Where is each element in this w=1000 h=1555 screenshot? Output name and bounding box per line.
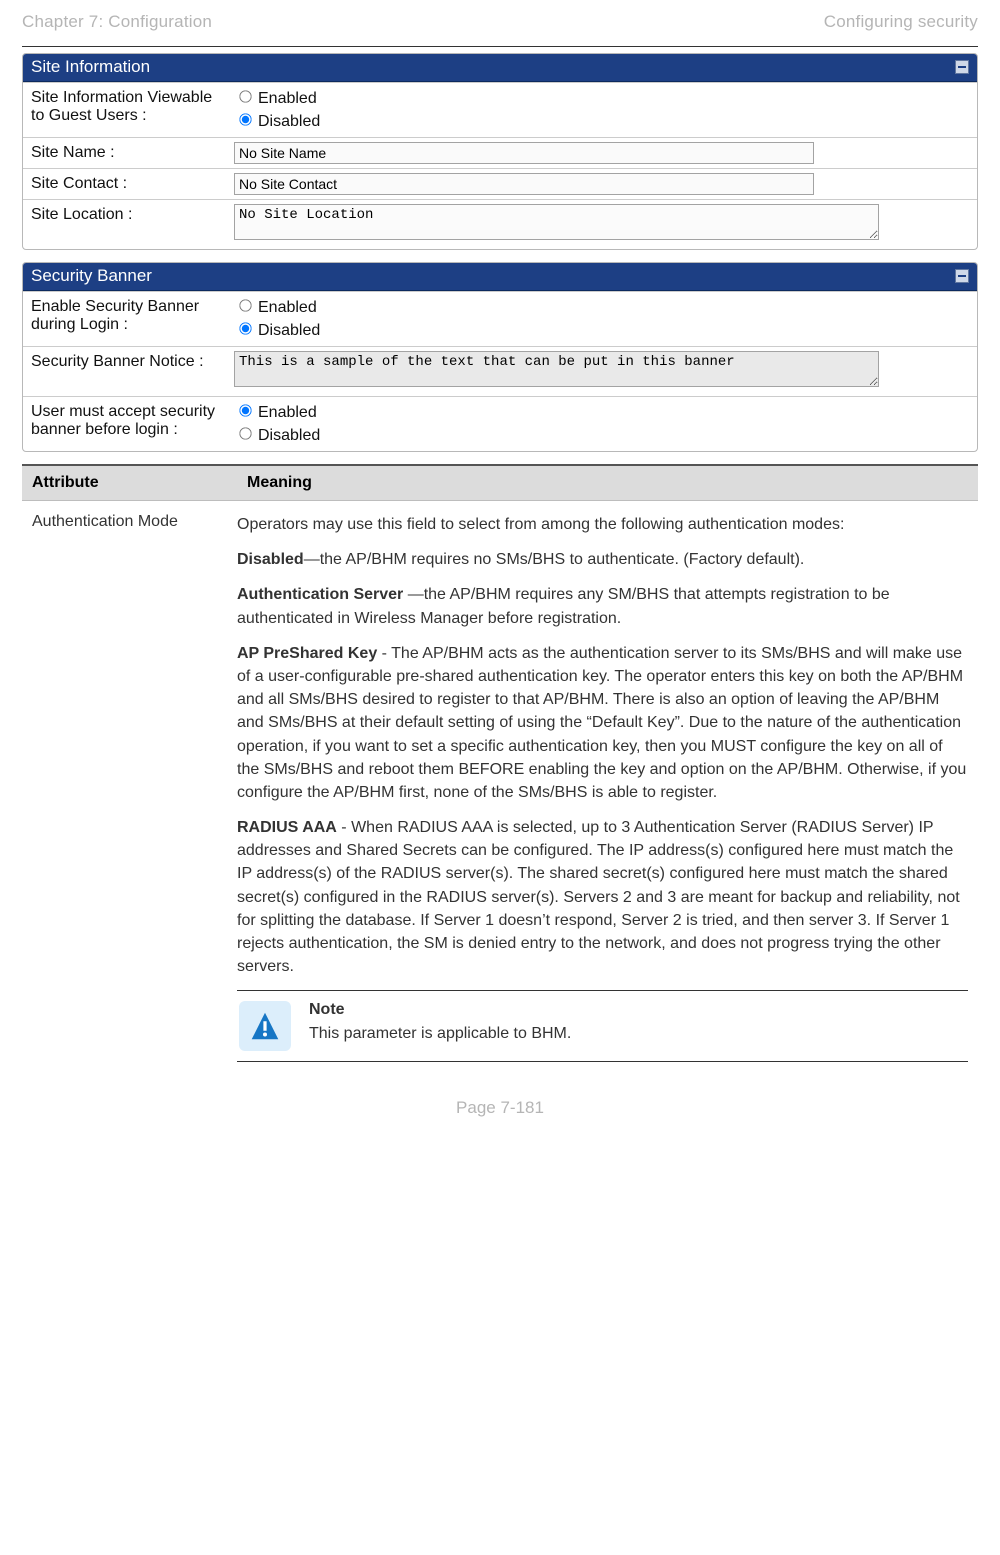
attr-head-attribute: Attribute bbox=[22, 466, 237, 500]
site-information-title: Site Information bbox=[31, 57, 150, 77]
rest-text: - The AP/BHM acts as the authentication … bbox=[237, 645, 966, 801]
label-text: Enabled bbox=[258, 90, 317, 107]
site-guest-disabled[interactable]: Disabled bbox=[234, 110, 971, 133]
security-banner-panel: Security Banner Enable Security Banner d… bbox=[22, 262, 978, 452]
banner-notice-label: Security Banner Notice : bbox=[23, 347, 228, 396]
page-footer: Page 7-181 bbox=[0, 1062, 1000, 1140]
note-text: This parameter is applicable to BHM. bbox=[309, 1025, 571, 1043]
attribute-table: Attribute Meaning Authentication Mode Op… bbox=[22, 464, 978, 1062]
site-contact-input[interactable] bbox=[234, 173, 814, 195]
site-guest-enabled[interactable]: Enabled bbox=[234, 87, 971, 110]
bold-term: RADIUS AAA bbox=[237, 819, 337, 836]
collapse-icon[interactable] bbox=[955, 269, 969, 283]
rest-text: —the AP/BHM requires no SMs/BHS to authe… bbox=[304, 551, 805, 568]
meaning-p2: Disabled—the AP/BHM requires no SMs/BHS … bbox=[237, 548, 968, 571]
label-text: Disabled bbox=[258, 322, 320, 339]
label-text: Enabled bbox=[258, 404, 317, 421]
site-contact-label: Site Contact : bbox=[23, 169, 228, 199]
bold-term: Disabled bbox=[237, 551, 304, 568]
collapse-icon[interactable] bbox=[955, 60, 969, 74]
site-guest-label: Site Information Viewable to Guest Users… bbox=[23, 83, 228, 137]
note-icon bbox=[239, 1001, 291, 1051]
site-location-input[interactable] bbox=[234, 204, 879, 240]
note-box: Note This parameter is applicable to BHM… bbox=[237, 990, 968, 1062]
enable-banner-label: Enable Security Banner during Login : bbox=[23, 292, 228, 346]
attr-name: Authentication Mode bbox=[22, 513, 237, 1062]
security-banner-title: Security Banner bbox=[31, 266, 152, 286]
banner-notice-input[interactable] bbox=[234, 351, 879, 387]
header-right: Configuring security bbox=[824, 12, 978, 32]
accept-banner-label: User must accept security banner before … bbox=[23, 397, 228, 451]
meaning-p1: Operators may use this field to select f… bbox=[237, 513, 968, 536]
accept-banner-disabled[interactable]: Disabled bbox=[234, 424, 971, 447]
bold-term: AP PreShared Key bbox=[237, 645, 377, 662]
label-text: Disabled bbox=[258, 427, 320, 444]
label-text: Enabled bbox=[258, 299, 317, 316]
site-name-label: Site Name : bbox=[23, 138, 228, 168]
site-information-panel: Site Information Site Information Viewab… bbox=[22, 53, 978, 250]
site-location-label: Site Location : bbox=[23, 200, 228, 249]
enable-banner-enabled[interactable]: Enabled bbox=[234, 296, 971, 319]
attr-head-meaning: Meaning bbox=[237, 466, 978, 500]
bold-term: Authentication Server bbox=[237, 586, 408, 603]
label-text: Disabled bbox=[258, 113, 320, 130]
rest-text: - When RADIUS AAA is selected, up to 3 A… bbox=[237, 819, 960, 975]
meaning-p4: AP PreShared Key - The AP/BHM acts as th… bbox=[237, 642, 968, 804]
meaning-p3: Authentication Server —the AP/BHM requir… bbox=[237, 583, 968, 629]
meaning-p5: RADIUS AAA - When RADIUS AAA is selected… bbox=[237, 816, 968, 978]
header-left: Chapter 7: Configuration bbox=[22, 12, 212, 32]
accept-banner-enabled[interactable]: Enabled bbox=[234, 401, 971, 424]
site-name-input[interactable] bbox=[234, 142, 814, 164]
enable-banner-disabled[interactable]: Disabled bbox=[234, 319, 971, 342]
note-title: Note bbox=[309, 1001, 571, 1019]
